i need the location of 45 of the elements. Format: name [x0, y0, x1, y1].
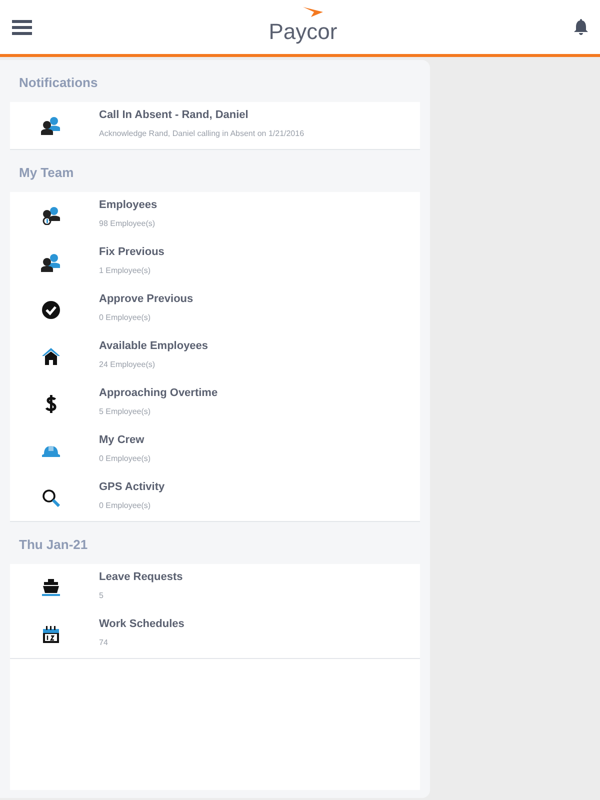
item-title: Employees [99, 198, 158, 214]
item-title: Available Employees [99, 339, 208, 354]
list-item[interactable]: GPS Activity 0 Employee(s) [10, 474, 420, 521]
item-subtitle: 98 Employee(s) [99, 218, 156, 230]
item-title: Leave Requests [99, 570, 183, 586]
ship-icon [42, 579, 60, 596]
list-item[interactable]: Available Employees 24 Employee(s) [10, 333, 420, 380]
people-icon [40, 254, 60, 272]
search-icon [42, 488, 60, 506]
list-item[interactable]: Call In Absent - Rand, Daniel Acknowledge Rand, Daniel calling in Absent on 1/21/2016 [10, 102, 420, 149]
item-title: Fix Previous [99, 245, 164, 260]
list-item[interactable]: Work Schedules 74 [10, 611, 420, 658]
list-item[interactable]: Leave Requests 5 [10, 564, 420, 611]
section-heading: My Team [19, 164, 74, 182]
dollar-icon [44, 394, 56, 412]
item-subtitle: 74 [99, 636, 109, 649]
item-subtitle: 24 Employee(s) [99, 358, 156, 371]
house-icon [42, 348, 60, 365]
list-item[interactable]: Employees 98 Employee(s) [10, 192, 420, 239]
item-title: Work Schedules [99, 617, 184, 632]
list-item[interactable]: My Crew 0 Employee(s) [10, 427, 420, 474]
list-item[interactable]: Fix Previous 1 Employee(s) [10, 239, 420, 286]
bell-icon[interactable] [574, 19, 588, 35]
list-item[interactable]: Approaching Overtime 5 Employee(s) [10, 380, 420, 427]
item-subtitle: 5 [99, 590, 104, 602]
section-heading: Thu Jan-21 [19, 536, 88, 554]
item-title: Approve Previous [99, 292, 194, 308]
item-subtitle: 0 Employee(s) [99, 312, 152, 324]
item-title: Approaching Overtime [99, 386, 218, 402]
checkmark-icon [42, 300, 60, 318]
people-icon [40, 206, 60, 224]
item-subtitle: 5 Employee(s) [99, 406, 152, 418]
item-subtitle: 1 Employee(s) [99, 264, 152, 277]
calendar-icon [42, 626, 58, 643]
list-item[interactable]: Approve Previous 0 Employee(s) [10, 286, 420, 333]
section-heading: Notifications [19, 74, 98, 92]
item-title: My Crew [99, 433, 146, 448]
item-subtitle: 0 Employee(s) [99, 500, 152, 512]
hard-hat-icon [42, 444, 60, 456]
item-title: Call In Absent - Rand, Daniel [99, 108, 250, 124]
item-title: GPS Activity [99, 480, 165, 496]
item-subtitle: 0 Employee(s) [99, 452, 151, 465]
item-subtitle: Acknowledge Rand, Daniel calling in Absent on 1/21/2016 [99, 128, 304, 140]
people-icon [40, 116, 60, 134]
menu-icon[interactable] [12, 19, 32, 35]
